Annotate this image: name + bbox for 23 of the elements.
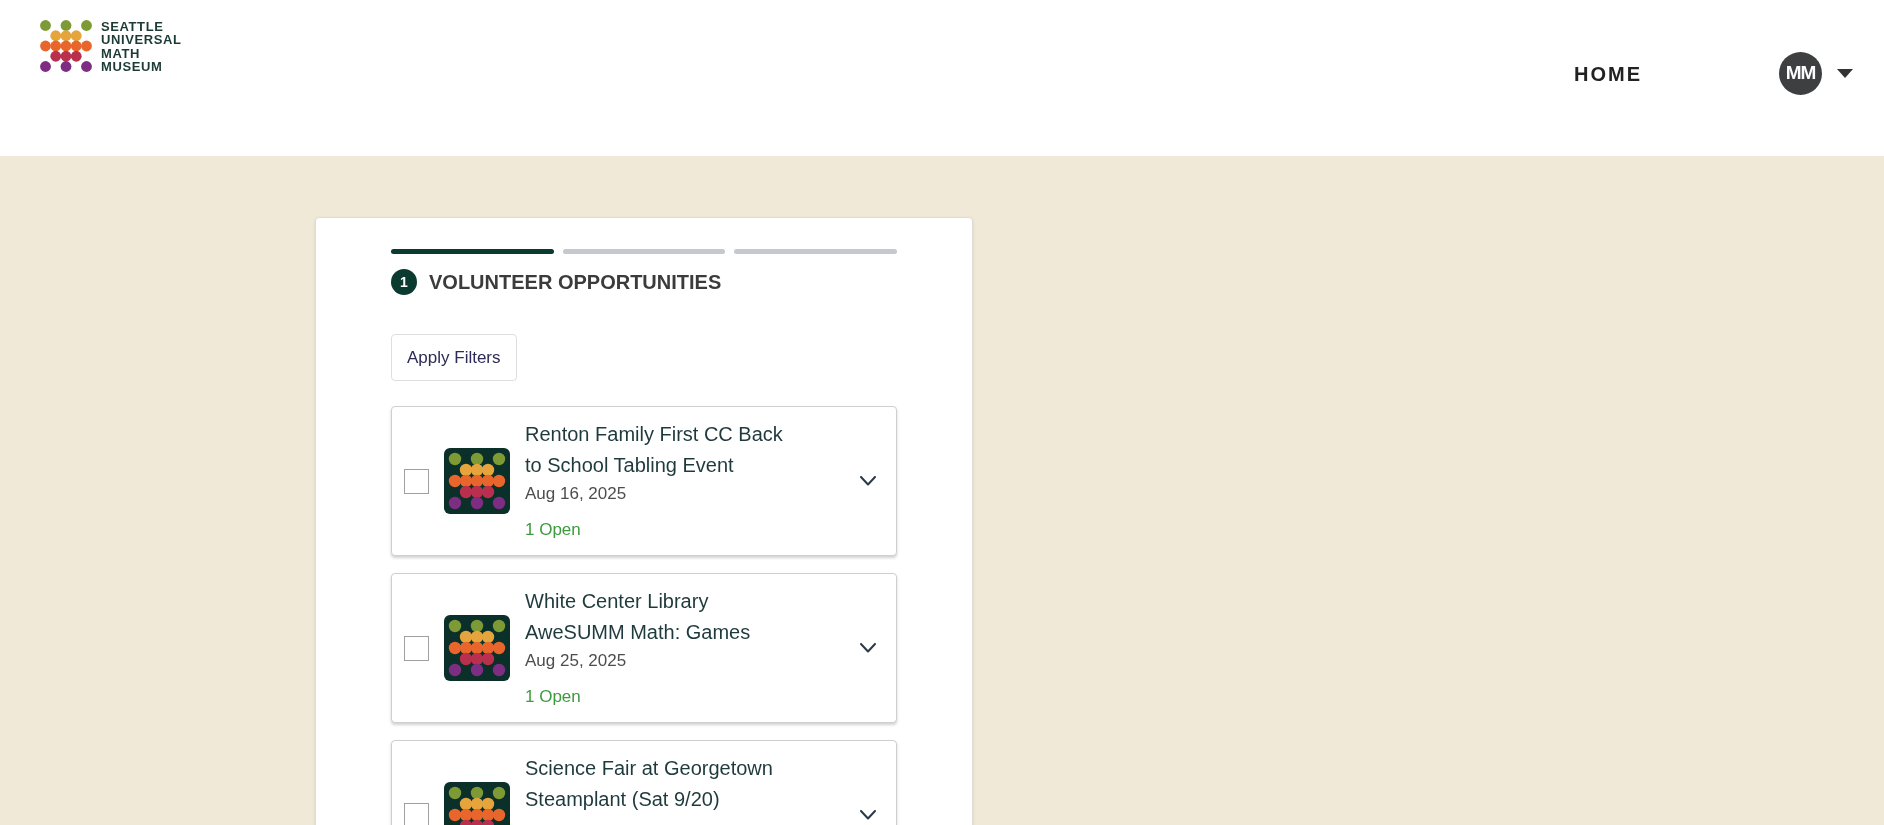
dot-grid-thumbnail-icon [444, 448, 510, 514]
avatar-button[interactable]: MM [1779, 52, 1822, 95]
opportunity-date: Aug 16, 2025 [525, 483, 628, 505]
opportunity-title: Renton Family First CC Back to School Tabling Event [525, 422, 784, 478]
openings-count: 1 Open [525, 686, 582, 708]
checkbox[interactable] [404, 468, 429, 494]
step-title: VOLUNTEER OPPORTUNITIES [429, 270, 722, 295]
step-number-badge: 1 [391, 269, 417, 295]
logo-link[interactable]: SEATTLE UNIVERSAL MATH MUSEUM [40, 20, 182, 74]
checkbox[interactable] [404, 635, 429, 661]
home-nav-link[interactable]: HOME [1574, 58, 1642, 89]
opportunity-title: Science Fair at Georgetown Steamplant (Sat 9/20) [525, 756, 774, 812]
dot-grid-logo-icon [40, 20, 92, 73]
checkbox[interactable] [404, 802, 429, 825]
chevron-icon[interactable] [860, 810, 876, 820]
caret-icon[interactable] [1837, 69, 1853, 78]
opportunity-title: White Center Library AweSUMM Math: Games [525, 589, 752, 645]
apply-filters-button[interactable]: Apply Filters [391, 334, 517, 381]
dot-grid-thumbnail-icon [444, 615, 510, 681]
chevron-icon[interactable] [860, 643, 876, 653]
chevron-icon[interactable] [860, 476, 876, 486]
opportunity-date: Aug 25, 2025 [525, 650, 628, 672]
openings-count: 1 Open [525, 519, 582, 541]
